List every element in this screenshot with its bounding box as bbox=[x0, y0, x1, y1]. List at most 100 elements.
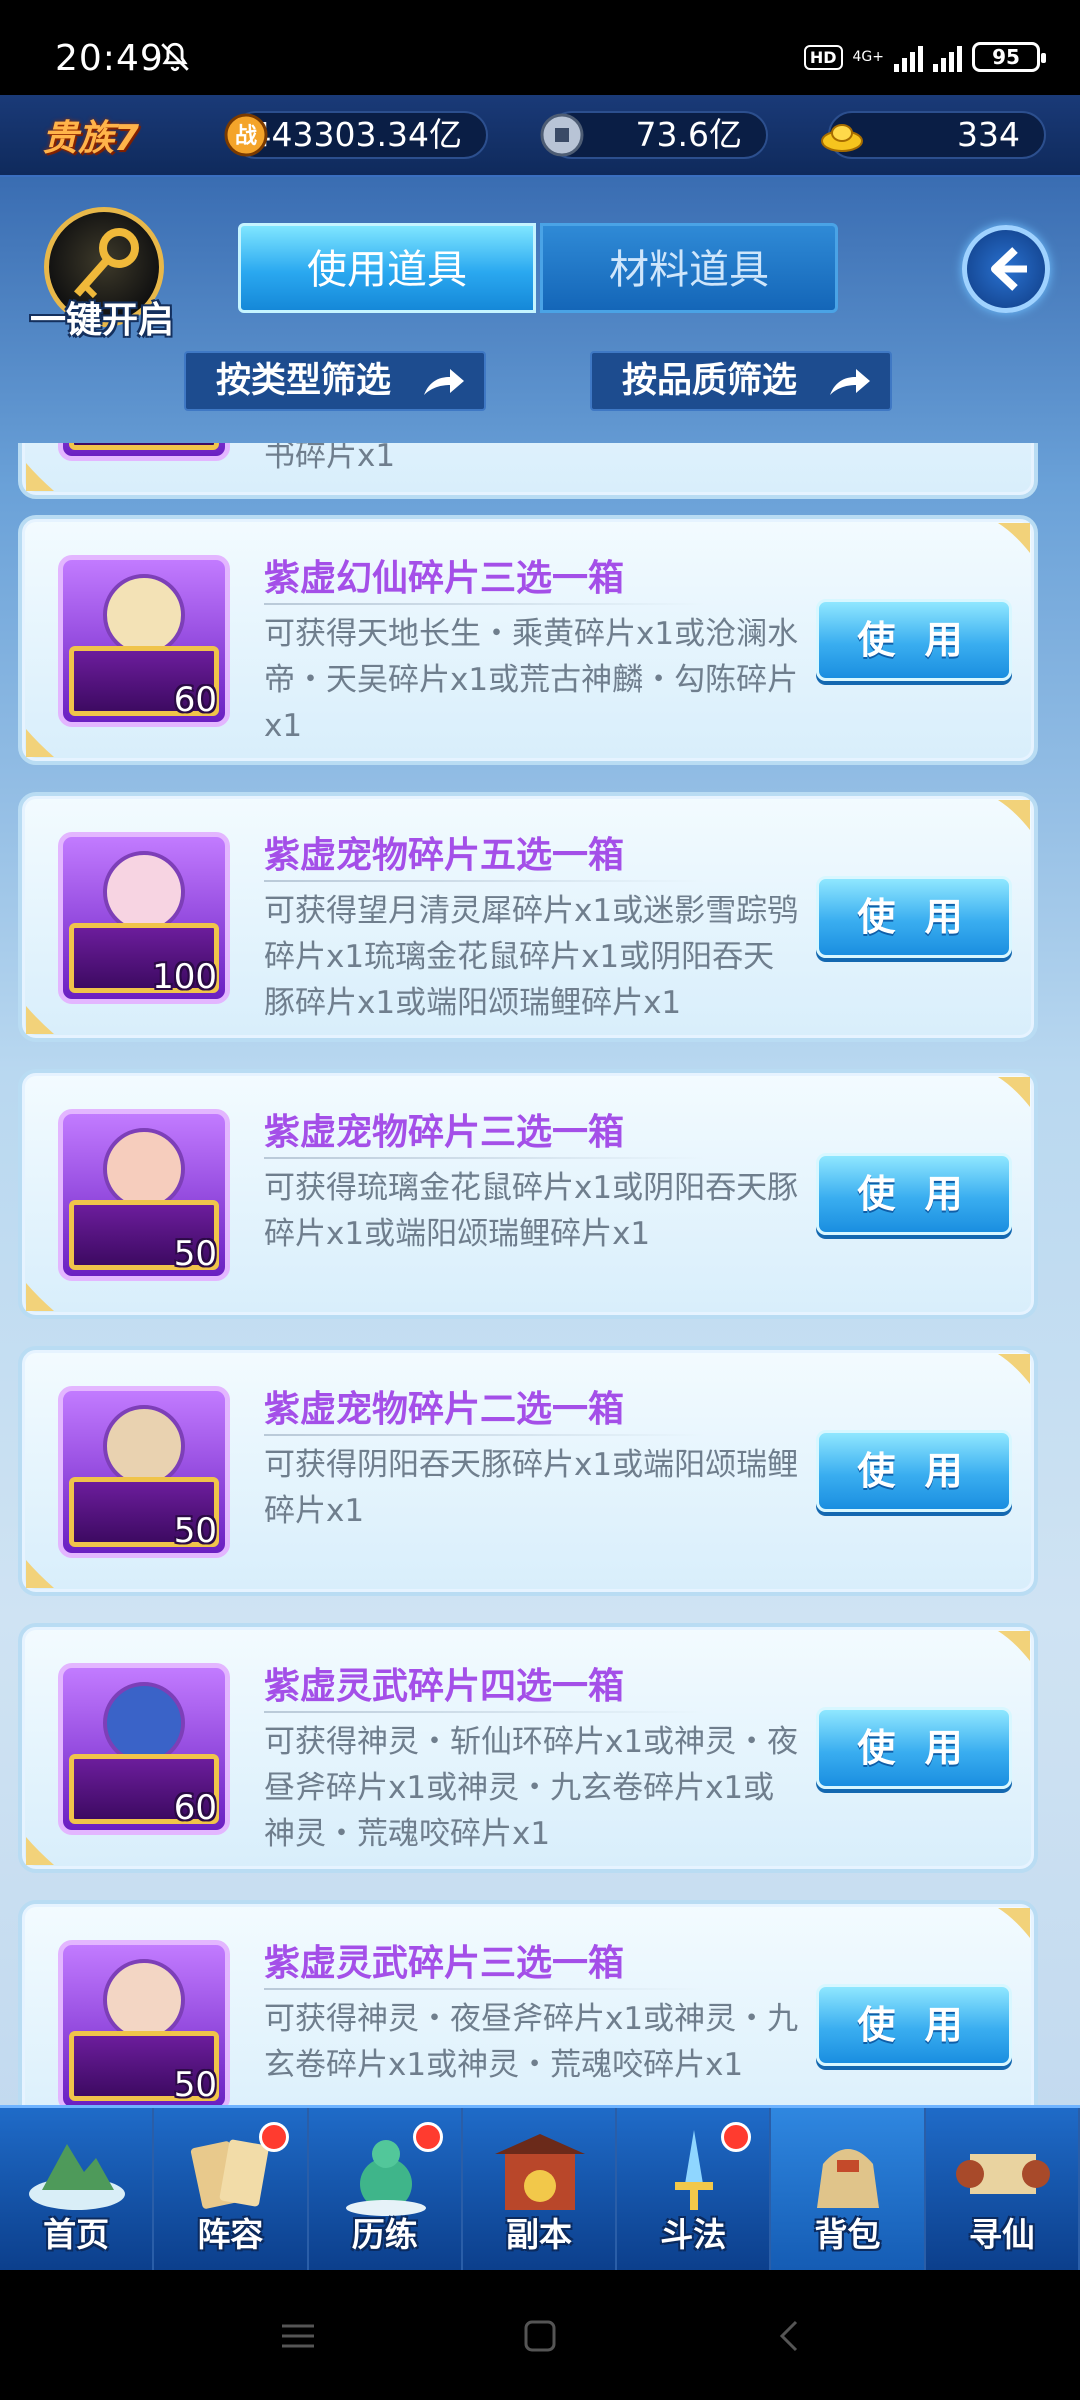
corner-ornament-icon bbox=[998, 1908, 1030, 1938]
list-item: 60 紫虚灵武碎片四选一箱 可获得神灵・斩仙环碎片x1或神灵・夜昼斧碎片x1或神… bbox=[18, 1623, 1038, 1873]
divider bbox=[264, 1988, 704, 1990]
item-title: 紫虚灵武碎片三选一箱 bbox=[264, 1943, 625, 1984]
list-item: 50 紫虚宠物碎片二选一箱 可获得阴阳吞天豚碎片x1或端阳颂瑞鲤碎片x1 使 用 bbox=[18, 1346, 1038, 1596]
menu-icon[interactable] bbox=[280, 2318, 316, 2354]
item-title: 紫虚宠物碎片三选一箱 bbox=[264, 1112, 625, 1153]
item-description: 可获得天地长生・乘黄碎片x1或沧澜水帝・天吴碎片x1或荒古神麟・勾陈碎片x1 bbox=[264, 616, 799, 744]
tab-use-items[interactable]: 使用道具 bbox=[238, 223, 536, 313]
use-button[interactable]: 使 用 bbox=[816, 1153, 1012, 1235]
home-island-icon bbox=[29, 2144, 125, 2210]
gold-value: 334 bbox=[957, 115, 1020, 154]
divider bbox=[264, 1711, 704, 1713]
filter-by-type-button[interactable]: 按类型筛选 bbox=[184, 351, 486, 411]
notification-badge bbox=[258, 2122, 289, 2152]
divider bbox=[264, 1434, 704, 1436]
signal-icon bbox=[894, 42, 923, 72]
corner-ornament-icon bbox=[998, 1077, 1030, 1107]
filter-by-quality-button[interactable]: 按品质筛选 bbox=[590, 351, 892, 411]
status-bar: 20:49 HD 4G+ 95 bbox=[0, 0, 1080, 95]
item-description: 可获得望月清灵犀碎片x1或迷影雪踪鸮碎片x1琉璃金花鼠碎片x1或阴阳吞天豚碎片x… bbox=[264, 893, 799, 1021]
item-title: 紫虚幻仙碎片三选一箱 bbox=[264, 558, 625, 599]
battery-icon: 95 bbox=[972, 42, 1046, 72]
item-thumbnail: 60 bbox=[58, 555, 230, 727]
divider bbox=[264, 603, 704, 605]
item-description: 可获得神灵・夜昼斧碎片x1或神灵・九玄卷碎片x1或神灵・荒魂咬碎片x1 bbox=[264, 2001, 799, 2083]
item-quantity: 50 bbox=[173, 2065, 217, 2105]
nav-battle[interactable]: 斗法 bbox=[617, 2108, 772, 2270]
combat-power-value: 443303.34亿 bbox=[250, 115, 462, 154]
use-button[interactable]: 使 用 bbox=[816, 876, 1012, 958]
nav-label: 首页 bbox=[43, 2215, 110, 2254]
nav-label: 斗法 bbox=[660, 2215, 727, 2254]
item-title: 紫虚灵武碎片四选一箱 bbox=[264, 1666, 625, 1707]
tab-material-items[interactable]: 材料道具 bbox=[540, 223, 838, 313]
nav-label: 历练 bbox=[351, 2215, 418, 2254]
combat-badge-text: 战 bbox=[235, 124, 257, 149]
back-button[interactable] bbox=[962, 225, 1050, 313]
nav-dungeon[interactable]: 副本 bbox=[463, 2108, 618, 2270]
corner-ornament-icon bbox=[998, 1354, 1030, 1384]
game-screen: 贵族7 战 443303.34亿 73.6亿 334 一键开启 使用道具 材料道… bbox=[0, 95, 1080, 2270]
arrow-icon bbox=[424, 369, 464, 395]
item-quantity: 50 bbox=[173, 1234, 217, 1274]
item-description: 可获得神灵・斩仙环碎片x1或神灵・夜昼斧碎片x1或神灵・九玄卷碎片x1或神灵・荒… bbox=[264, 1724, 799, 1852]
arrow-icon bbox=[830, 369, 870, 395]
item-quantity: 60 bbox=[173, 1788, 217, 1828]
coin-balance: 73.6亿 bbox=[540, 111, 768, 159]
system-nav-bar bbox=[0, 2270, 1080, 2400]
item-quantity: 60 bbox=[173, 680, 217, 720]
gold-balance: 334 bbox=[821, 111, 1046, 159]
corner-ornament-icon bbox=[998, 523, 1030, 553]
nav-home[interactable]: 首页 bbox=[0, 2108, 155, 2270]
item-thumbnail: 50 bbox=[58, 1386, 230, 1558]
coin-icon bbox=[540, 113, 584, 157]
item-title: 紫虚宠物碎片五选一箱 bbox=[264, 835, 625, 876]
nav-label: 背包 bbox=[814, 2215, 881, 2254]
list-item-partial: 书碎片x1 bbox=[18, 443, 1038, 499]
item-thumbnail: 50 bbox=[58, 1109, 230, 1281]
scroll-icon bbox=[955, 2154, 1050, 2194]
nav-label: 副本 bbox=[505, 2215, 572, 2254]
home-icon[interactable] bbox=[522, 2318, 558, 2354]
back-icon[interactable] bbox=[772, 2318, 808, 2354]
list-item: 50 紫虚宠物碎片三选一箱 可获得琉璃金花鼠碎片x1或阴阳吞天豚碎片x1或端阳颂… bbox=[18, 1069, 1038, 1319]
item-description: 可获得阴阳吞天豚碎片x1或端阳颂瑞鲤碎片x1 bbox=[264, 1447, 799, 1529]
use-button[interactable]: 使 用 bbox=[816, 1707, 1012, 1789]
one-click-open-label[interactable]: 一键开启 bbox=[30, 291, 174, 343]
use-button[interactable]: 使 用 bbox=[816, 1984, 1012, 2066]
nav-seek-immortal[interactable]: 寻仙 bbox=[926, 2108, 1080, 2270]
use-button[interactable]: 使 用 bbox=[816, 1430, 1012, 1512]
gold-ingot-icon bbox=[821, 124, 863, 152]
nav-backpack[interactable]: 背包 bbox=[771, 2108, 926, 2270]
nav-label: 阵容 bbox=[197, 2215, 264, 2254]
bottom-nav: 首页 阵容 历练 副本 斗法 背包 寻仙 bbox=[0, 2105, 1080, 2270]
item-description: 可获得琉璃金花鼠碎片x1或阴阳吞天豚碎片x1或端阳颂瑞鲤碎片x1 bbox=[264, 1170, 799, 1252]
hd-badge: HD bbox=[803, 44, 843, 70]
status-indicators: HD 4G+ 95 bbox=[803, 40, 1046, 74]
vip-level: 贵族7 bbox=[42, 118, 140, 159]
use-button[interactable]: 使 用 bbox=[816, 599, 1012, 681]
corner-ornament-icon bbox=[998, 1631, 1030, 1661]
resource-bar: 贵族7 战 443303.34亿 73.6亿 334 bbox=[0, 95, 1080, 177]
filter-by-type-label: 按类型筛选 bbox=[216, 361, 392, 401]
divider bbox=[264, 880, 704, 882]
item-description: 书碎片x1 bbox=[264, 443, 396, 474]
network-type: 4G+ bbox=[852, 49, 885, 65]
filter-by-quality-label: 按品质筛选 bbox=[622, 361, 798, 401]
item-quantity: 100 bbox=[152, 957, 217, 997]
bell-off-icon bbox=[161, 42, 189, 72]
signal-icon-2 bbox=[933, 42, 962, 72]
status-time: 20:49 bbox=[55, 38, 164, 79]
item-thumbnail: 60 bbox=[58, 1663, 230, 1835]
corner-ornament-icon bbox=[26, 463, 54, 491]
item-quantity: 50 bbox=[173, 1511, 217, 1551]
item-thumbnail: 100 bbox=[58, 832, 230, 1004]
list-item: 60 紫虚幻仙碎片三选一箱 可获得天地长生・乘黄碎片x1或沧澜水帝・天吴碎片x1… bbox=[18, 515, 1038, 765]
notification-badge bbox=[412, 2122, 443, 2152]
item-list[interactable]: 书碎片x1 60 紫虚幻仙碎片三选一箱 可获得天地长生・乘黄碎片x1或沧澜水帝・… bbox=[0, 443, 1080, 2198]
combat-power: 战 443303.34亿 bbox=[224, 111, 488, 159]
item-title: 紫虚宠物碎片二选一箱 bbox=[264, 1389, 625, 1430]
nav-training[interactable]: 历练 bbox=[309, 2108, 463, 2270]
bag-icon bbox=[817, 2149, 880, 2208]
nav-lineup[interactable]: 阵容 bbox=[154, 2108, 309, 2270]
